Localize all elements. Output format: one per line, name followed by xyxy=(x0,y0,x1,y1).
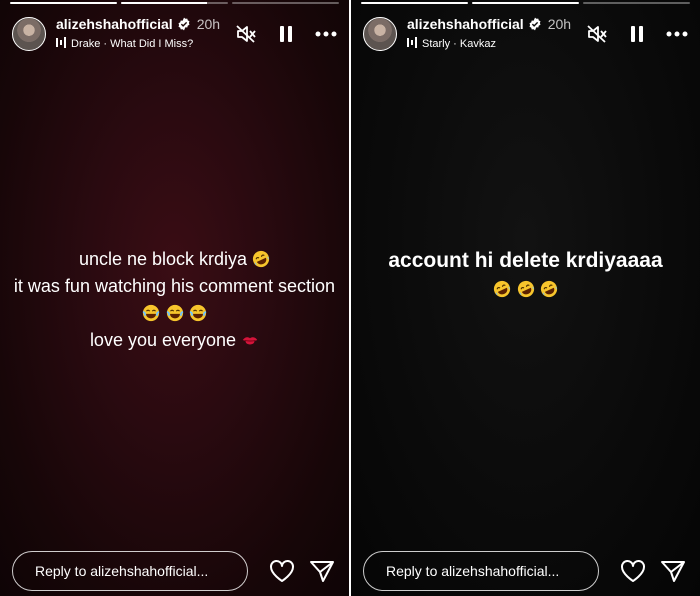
progress-segment xyxy=(361,2,468,4)
story-panel-2[interactable]: alizehshahofficial 20h Starly · Kavkaz a… xyxy=(351,0,700,596)
send-icon[interactable] xyxy=(308,557,336,585)
rolling-laughing-emoji-icon xyxy=(540,279,558,298)
pause-icon[interactable] xyxy=(626,23,648,45)
story-footer: Reply to alizehshahofficial... xyxy=(363,551,688,591)
rolling-laughing-emoji-icon xyxy=(493,279,511,298)
caption-line: account hi delete krdiyaaaa xyxy=(388,249,663,272)
progress-segment xyxy=(10,2,117,4)
story-panel-1[interactable]: alizehshahofficial 20h Drake · What Did … xyxy=(0,0,349,596)
mute-icon[interactable] xyxy=(235,23,257,45)
music-bars-icon xyxy=(56,35,67,53)
emoji-row xyxy=(351,276,700,302)
story-caption: account hi delete krdiyaaaa xyxy=(351,248,700,302)
timestamp: 20h xyxy=(196,15,221,32)
story-meta: alizehshahofficial 20h Starly · Kavkaz xyxy=(407,16,571,53)
music-bars-icon xyxy=(407,35,418,53)
caption-line: it was fun watching his comment section xyxy=(13,276,336,296)
progress-segment xyxy=(232,2,339,4)
progress-segment xyxy=(121,2,228,4)
avatar[interactable] xyxy=(12,17,46,51)
timestamp: 20h xyxy=(547,15,572,32)
verified-icon xyxy=(528,17,542,31)
story-header: alizehshahofficial 20h Starly · Kavkaz xyxy=(363,14,688,54)
heart-icon[interactable] xyxy=(619,557,647,585)
reply-input[interactable]: Reply to alizehshahofficial... xyxy=(363,551,599,591)
music-label[interactable]: Starly · Kavkaz xyxy=(422,38,496,50)
send-icon[interactable] xyxy=(659,557,687,585)
caption-line: uncle ne block krdiya xyxy=(78,249,248,269)
tears-of-joy-emoji-icon xyxy=(166,303,184,322)
progress-segment xyxy=(472,2,579,4)
reply-input[interactable]: Reply to alizehshahofficial... xyxy=(12,551,248,591)
rolling-laughing-emoji-icon xyxy=(517,279,535,298)
verified-icon xyxy=(177,17,191,31)
tears-of-joy-emoji-icon xyxy=(142,303,160,322)
story-caption: uncle ne block krdiya it was fun watchin… xyxy=(0,246,349,354)
music-label[interactable]: Drake · What Did I Miss? xyxy=(71,38,193,50)
story-progress-bar xyxy=(10,2,339,4)
story-footer: Reply to alizehshahofficial... xyxy=(12,551,337,591)
heart-icon[interactable] xyxy=(268,557,296,585)
rolling-laughing-emoji-icon xyxy=(252,249,270,268)
emoji-row xyxy=(0,300,349,327)
tears-of-joy-emoji-icon xyxy=(189,303,207,322)
username[interactable]: alizehshahofficial xyxy=(56,16,173,32)
story-meta: alizehshahofficial 20h Drake · What Did … xyxy=(56,16,220,53)
more-icon[interactable] xyxy=(315,23,337,45)
username[interactable]: alizehshahofficial xyxy=(407,16,524,32)
more-icon[interactable] xyxy=(666,23,688,45)
progress-segment xyxy=(583,2,690,4)
caption-line: love you everyone xyxy=(89,330,237,350)
story-progress-bar xyxy=(361,2,690,4)
kiss-mark-emoji-icon xyxy=(241,330,259,348)
avatar[interactable] xyxy=(363,17,397,51)
pause-icon[interactable] xyxy=(275,23,297,45)
mute-icon[interactable] xyxy=(586,23,608,45)
story-header: alizehshahofficial 20h Drake · What Did … xyxy=(12,14,337,54)
